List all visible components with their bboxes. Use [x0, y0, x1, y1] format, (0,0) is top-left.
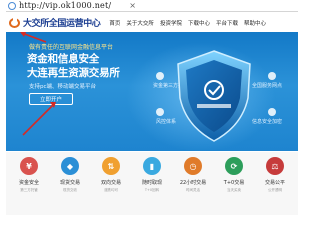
feature-item[interactable]: ◆ 现货交易 现货交收 — [54, 157, 86, 215]
hero-subline: 支持pc端、移动端交易平台 — [29, 84, 97, 90]
logo-text[interactable]: 大交所全国运营中心 — [23, 16, 101, 29]
globe-icon — [8, 1, 16, 10]
nav-item-home[interactable]: 首页 — [109, 19, 120, 27]
hero-feature-encryption: 信息安全加密 — [252, 119, 283, 125]
shield-icon — [177, 50, 251, 142]
feature-item[interactable]: ⚖ 交易公平 公开透明 — [259, 157, 291, 215]
url-text[interactable]: http://vip.ok1000.net/ — [19, 1, 111, 10]
nav-item-download-center[interactable]: 下载中心 — [188, 19, 210, 27]
phone-icon: ▮ — [143, 157, 161, 175]
trend-icon: ⇅ — [102, 157, 120, 175]
feature-item[interactable]: ▮ 随时取现 T+0回转 — [136, 157, 168, 215]
hero-tagline: 做有责任的互联网金融信息平台 — [29, 44, 114, 51]
risk-control-icon — [156, 108, 164, 116]
network-icon — [268, 72, 276, 80]
encryption-icon — [268, 108, 276, 116]
nav-item-platform-download[interactable]: 平台下载 — [216, 19, 238, 27]
lock-icon: ¥ — [20, 157, 38, 175]
feature-item[interactable]: ⇅ 双向交易 涨跌均可 — [95, 157, 127, 215]
clock-icon: ◷ — [184, 157, 202, 175]
features-row: ¥ 资金安全 第三方托管 ◆ 现货交易 现货交收 ⇅ 双向交易 涨跌均可 ▮ 随… — [6, 152, 298, 215]
address-bar[interactable]: http://vip.ok1000.net/ × — [6, 0, 298, 12]
feature-item[interactable]: ◷ 22小时交易 时间灵活 — [177, 157, 209, 215]
site-header: 大交所全国运营中心 首页 关于大交所 投资学院 下载中心 平台下载 帮助中心 — [6, 13, 298, 32]
main-nav: 首页 关于大交所 投资学院 下载中心 平台下载 帮助中心 — [109, 19, 266, 27]
feature-item[interactable]: ¥ 资金安全 第三方托管 — [13, 157, 45, 215]
hero-feature-network: 全国服务网点 — [252, 83, 283, 89]
custody-icon — [156, 72, 164, 80]
hero-headline-1: 资金和信息安全 — [27, 53, 100, 65]
scale-icon: ⚖ — [266, 157, 284, 175]
close-icon[interactable]: × — [129, 1, 136, 10]
logo-icon[interactable] — [8, 16, 21, 29]
nav-item-help[interactable]: 帮助中心 — [244, 19, 266, 27]
hero-headline-2: 大连再生资源交易所 — [27, 67, 120, 79]
feature-item[interactable]: ⟳ T+0交易 当天买卖 — [218, 157, 250, 215]
exchange-icon: ⟳ — [225, 157, 243, 175]
goods-icon: ◆ — [61, 157, 79, 175]
hero-banner: 做有责任的互联网金融信息平台 资金和信息安全 大连再生资源交易所 支持pc端、移… — [6, 32, 298, 151]
nav-item-about[interactable]: 关于大交所 — [126, 19, 154, 27]
open-account-button[interactable]: 立即开户 — [29, 93, 73, 105]
nav-item-academy[interactable]: 投资学院 — [160, 19, 182, 27]
